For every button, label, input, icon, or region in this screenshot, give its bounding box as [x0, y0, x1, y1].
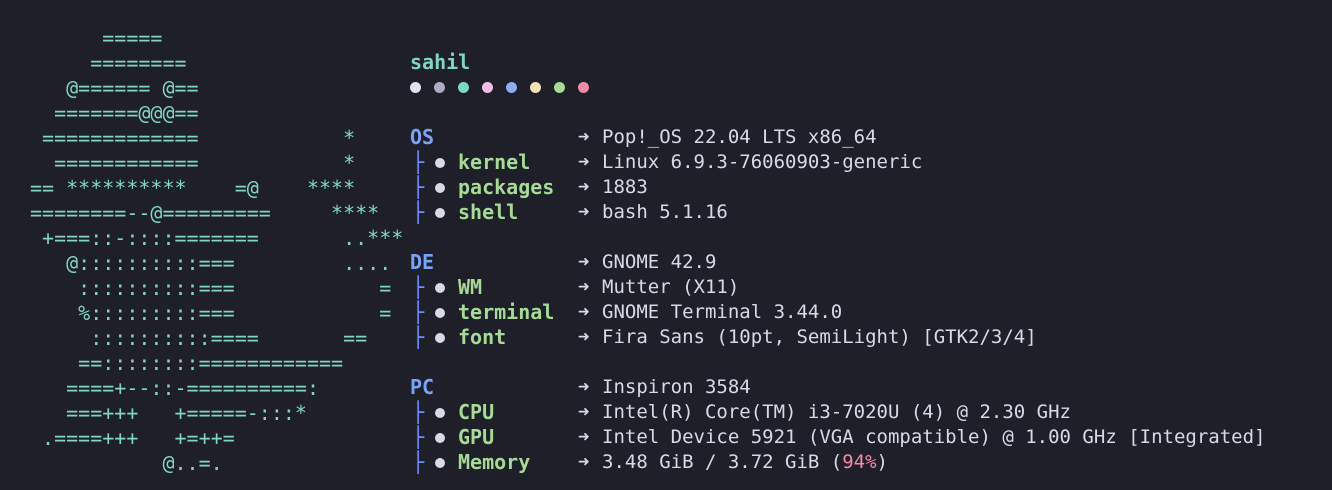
tree-branch-icon: ├ [412, 425, 425, 449]
username: sahil [410, 50, 471, 74]
system-info-panel: sahil OS ➜ Pop!_OS 22.04 LTS x86_64 ├ ke… [410, 0, 1320, 490]
info-row-memory: ├ Memory ➜ 3.48 GiB / 3.72 GiB (94%) [410, 450, 1320, 475]
palette-dot-icon [530, 82, 541, 93]
bullet-icon [435, 183, 445, 193]
item-value: Intel(R) Core(TM) i3-7020U (4) @ 2.30 GH… [602, 401, 1071, 423]
palette-dot-icon [410, 82, 421, 93]
section-value: GNOME 42.9 [602, 251, 717, 273]
item-value: Linux 6.9.3-76060903-generic [602, 151, 923, 173]
arrow-icon: ➜ [578, 251, 590, 273]
info-row-font: ├ font ➜ Fira Sans (10pt, SemiLight) [GT… [410, 325, 1320, 350]
bullet-icon [435, 158, 445, 168]
item-key: CPU [458, 400, 495, 424]
item-key: terminal [458, 300, 555, 324]
palette-dot-icon [506, 82, 517, 93]
tree-branch-icon: ├ [412, 200, 425, 224]
palette-dot-icon [434, 82, 445, 93]
palette-dot-icon [458, 82, 469, 93]
item-key: WM [458, 275, 483, 299]
ascii-art-logo: ===== ======== @====== @== =======@@@== … [30, 26, 404, 475]
arrow-icon: ➜ [578, 126, 590, 148]
palette-dot-icon [554, 82, 565, 93]
arrow-icon: ➜ [578, 301, 590, 323]
arrow-icon: ➜ [578, 201, 590, 223]
info-row-de: DE ➜ GNOME 42.9 [410, 250, 1320, 275]
info-row-os: OS ➜ Pop!_OS 22.04 LTS x86_64 [410, 125, 1320, 150]
item-value: bash 5.1.16 [602, 201, 728, 223]
tree-branch-icon: ├ [412, 275, 425, 299]
bullet-icon [435, 208, 445, 218]
info-row-shell: ├ shell ➜ bash 5.1.16 [410, 200, 1320, 225]
info-row-wm: ├ WM ➜ Mutter (X11) [410, 275, 1320, 300]
item-key: font [458, 325, 507, 349]
section-value: Inspiron 3584 [602, 376, 751, 398]
item-key: Memory [458, 450, 531, 474]
section-key: PC [410, 375, 435, 399]
bullet-icon [435, 458, 445, 468]
memory-suffix: ) [876, 451, 888, 473]
item-value: 1883 [602, 176, 648, 198]
section-key: DE [410, 250, 435, 274]
bullet-icon [435, 283, 445, 293]
section-key: OS [410, 125, 435, 149]
arrow-icon: ➜ [578, 401, 590, 423]
item-key: shell [458, 200, 519, 224]
palette-dot-icon [578, 82, 589, 93]
info-row-kernel: ├ kernel ➜ Linux 6.9.3-76060903-generic [410, 150, 1320, 175]
info-row-gpu: ├ GPU ➜ Intel Device 5921 (VGA compatibl… [410, 425, 1320, 450]
arrow-icon: ➜ [578, 151, 590, 173]
memory-usage: 3.48 GiB / 3.72 GiB ( [602, 451, 843, 473]
arrow-icon: ➜ [578, 326, 590, 348]
palette-dot-icon [482, 82, 493, 93]
bullet-icon [435, 408, 445, 418]
section-value: Pop!_OS 22.04 LTS x86_64 [602, 126, 877, 148]
tree-branch-icon: ├ [412, 400, 425, 424]
tree-branch-icon: ├ [412, 150, 425, 174]
color-palette [410, 82, 602, 93]
memory-percent: 94% [842, 451, 877, 473]
item-key: GPU [458, 425, 495, 449]
bullet-icon [435, 433, 445, 443]
tree-branch-icon: ├ [412, 175, 425, 199]
item-value: GNOME Terminal 3.44.0 [602, 301, 843, 323]
info-row-terminal: ├ terminal ➜ GNOME Terminal 3.44.0 [410, 300, 1320, 325]
item-key: packages [458, 175, 555, 199]
info-row-pc: PC ➜ Inspiron 3584 [410, 375, 1320, 400]
tree-branch-icon: ├ [412, 325, 425, 349]
item-value: 3.48 GiB / 3.72 GiB (94%) [602, 450, 888, 475]
arrow-icon: ➜ [578, 451, 590, 473]
arrow-icon: ➜ [578, 426, 590, 448]
arrow-icon: ➜ [578, 276, 590, 298]
bullet-icon [435, 333, 445, 343]
info-row-packages: ├ packages ➜ 1883 [410, 175, 1320, 200]
bullet-icon [435, 308, 445, 318]
item-value: Mutter (X11) [602, 276, 740, 298]
arrow-icon: ➜ [578, 176, 590, 198]
item-value: Intel Device 5921 (VGA compatible) @ 1.0… [602, 426, 1266, 448]
item-key: kernel [458, 150, 531, 174]
info-row-cpu: ├ CPU ➜ Intel(R) Core(TM) i3-7020U (4) @… [410, 400, 1320, 425]
tree-branch-icon: ├ [412, 450, 425, 474]
tree-branch-icon: ├ [412, 300, 425, 324]
arrow-icon: ➜ [578, 376, 590, 398]
item-value: Fira Sans (10pt, SemiLight) [GTK2/3/4] [602, 326, 1037, 348]
